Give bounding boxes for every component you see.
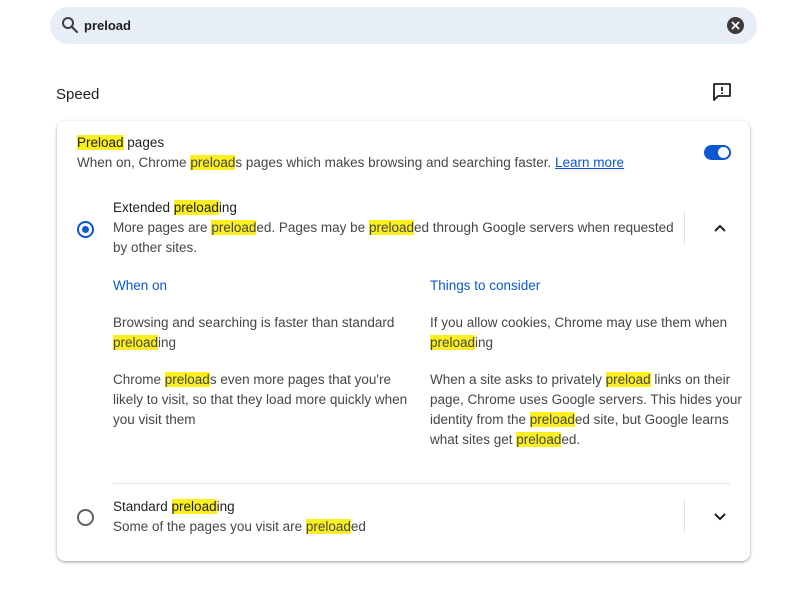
preload-settings-card: Preload pages When on, Chrome preloads p… — [57, 121, 750, 561]
consider-text: page, Chrome uses Google servers. This h… — [430, 392, 742, 407]
search-icon — [62, 17, 79, 34]
consider-text: If you allow cookies, Chrome may use the… — [430, 315, 728, 330]
when-on-heading: When on — [113, 278, 168, 293]
standard-preloading-description: Some of the pages you visit are preloade… — [113, 519, 366, 534]
divider — [684, 211, 685, 244]
divider — [113, 483, 730, 484]
consider-text: preloading — [430, 335, 494, 350]
divider — [684, 500, 685, 533]
clear-icon — [731, 21, 740, 30]
consider-text: what sites get preloaded. — [430, 432, 581, 447]
preload-pages-title: Preload pages — [77, 135, 165, 150]
search-input[interactable]: preload — [84, 18, 131, 33]
when-on-text: Chrome preloads even more pages that you… — [113, 372, 391, 387]
when-on-text: preloading — [113, 335, 177, 350]
toggle-knob — [718, 147, 729, 158]
extended-preloading-radio[interactable] — [77, 221, 94, 238]
learn-more-link[interactable]: Learn more — [555, 155, 624, 170]
feedback-icon[interactable] — [711, 81, 733, 103]
extended-preloading-title: Extended preloading — [113, 200, 237, 215]
preload-pages-toggle[interactable] — [704, 145, 731, 160]
search-bar[interactable]: preload — [50, 7, 757, 44]
standard-preloading-radio[interactable] — [77, 509, 94, 526]
consider-text: When a site asks to privately preload li… — [430, 372, 731, 387]
preload-pages-description: When on, Chrome preloads pages which mak… — [77, 155, 625, 170]
chevron-down-icon[interactable] — [710, 507, 730, 527]
chevron-up-icon[interactable] — [710, 218, 730, 238]
extended-preloading-description-line2: by other sites. — [113, 240, 198, 255]
clear-search-button[interactable] — [727, 17, 744, 34]
things-to-consider-heading: Things to consider — [430, 278, 541, 293]
when-on-text: Browsing and searching is faster than st… — [113, 315, 395, 330]
standard-preloading-title: Standard preloading — [113, 499, 235, 514]
consider-text: identity from the preloaded site, but Go… — [430, 412, 729, 427]
when-on-text: you visit them — [113, 412, 196, 427]
extended-preloading-description: More pages are preloaded. Pages may be p… — [113, 220, 674, 235]
when-on-text: likely to visit, so that they load more … — [113, 392, 408, 407]
section-title: Speed — [56, 86, 100, 103]
